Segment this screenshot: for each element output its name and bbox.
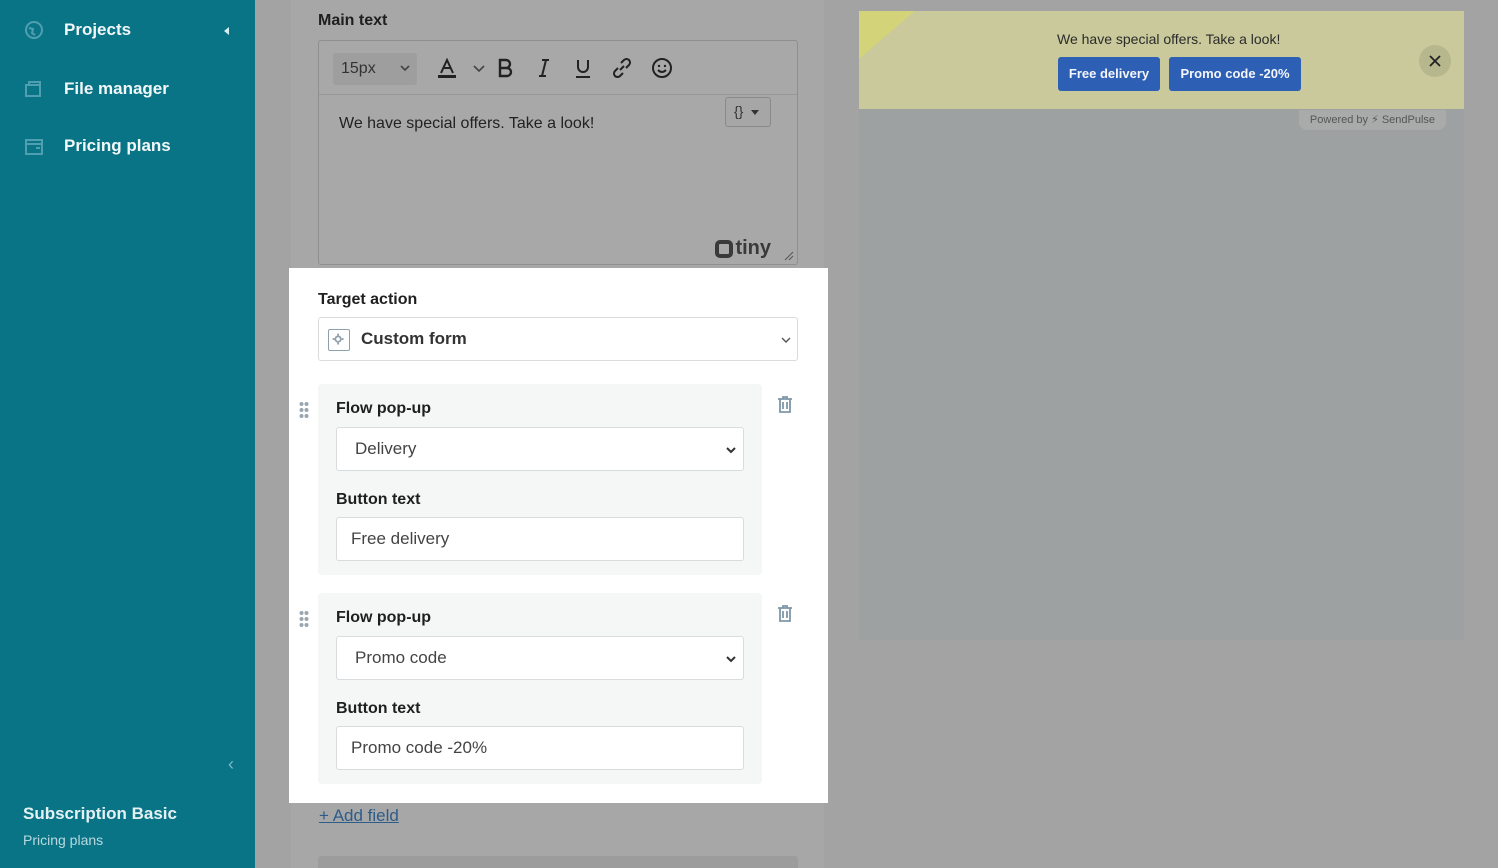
text-color-icon bbox=[438, 57, 456, 78]
bold-icon bbox=[498, 58, 513, 78]
trash-icon[interactable] bbox=[775, 603, 795, 623]
font-size-value: 15px bbox=[341, 60, 376, 77]
button-text-input[interactable]: Free delivery bbox=[336, 517, 744, 561]
sidebar-item-pricing-plans[interactable]: Pricing plans bbox=[24, 136, 171, 156]
underline-icon bbox=[576, 60, 590, 78]
drag-handle-icon[interactable] bbox=[299, 401, 309, 419]
sidebar-item-projects[interactable]: Projects bbox=[24, 20, 131, 40]
button-text-value: Promo code -20% bbox=[351, 738, 488, 757]
tiny-brand[interactable]: tiny bbox=[735, 237, 771, 260]
plan-link[interactable]: Pricing plans bbox=[23, 832, 177, 848]
globe-icon bbox=[25, 21, 43, 39]
add-field-link[interactable]: + Add field bbox=[319, 806, 399, 826]
sidebar-item-label: Pricing plans bbox=[64, 136, 171, 155]
banner-corner-decoration bbox=[859, 11, 915, 59]
field-card: Flow pop-up Promo code Button text Promo… bbox=[318, 593, 762, 784]
variables-button[interactable]: {} bbox=[725, 97, 771, 127]
link-button[interactable] bbox=[610, 56, 634, 80]
target-action-panel: Target action Custom form Flow pop-up De… bbox=[289, 268, 828, 803]
sidebar-item-label: File manager bbox=[64, 79, 169, 98]
preview-canvas bbox=[859, 108, 1464, 640]
flow-popup-select[interactable]: Promo code bbox=[336, 636, 744, 680]
collapse-sidebar-icon[interactable]: ‹ bbox=[228, 754, 244, 774]
button-text-label: Button text bbox=[336, 491, 421, 508]
resize-handle-icon[interactable] bbox=[784, 251, 794, 261]
sidebar-item-file-manager[interactable]: File manager bbox=[24, 79, 169, 99]
flow-popup-value: Delivery bbox=[355, 439, 417, 458]
button-text-value: Free delivery bbox=[351, 529, 450, 548]
sidebar-item-label: Projects bbox=[64, 20, 132, 39]
italic-button[interactable] bbox=[532, 56, 556, 80]
folders-icon bbox=[25, 81, 41, 97]
flow-popup-select[interactable]: Delivery bbox=[336, 427, 744, 471]
plan-name: Subscription Basic bbox=[23, 804, 177, 823]
font-size-select[interactable]: 15px bbox=[333, 53, 417, 85]
chevron-down-icon bbox=[473, 65, 485, 73]
editor-body-text[interactable]: We have special offers. Take a look! bbox=[339, 115, 594, 133]
sidebar: Projects File manager Pricing plans ‹ Su… bbox=[0, 0, 255, 868]
target-action-select[interactable]: Custom form bbox=[318, 317, 798, 361]
powered-by-badge[interactable]: Powered by ⚡ SendPulse bbox=[1299, 110, 1446, 130]
caret-down-icon bbox=[751, 109, 760, 115]
button-text-label: Button text bbox=[336, 700, 421, 717]
main-text-label: Main text bbox=[318, 12, 388, 29]
text-color-button[interactable] bbox=[435, 56, 459, 80]
gear-icon bbox=[328, 329, 350, 351]
plan-info: Subscription Basic Pricing plans bbox=[23, 804, 177, 848]
button-text-input[interactable]: Promo code -20% bbox=[336, 726, 744, 770]
field-card: Flow pop-up Delivery Button text Free de… bbox=[318, 384, 762, 575]
wallet-icon bbox=[25, 139, 43, 155]
target-action-value: Custom form bbox=[361, 329, 467, 348]
rich-text-editor[interactable]: 15px {} We have special offers. Take a l… bbox=[318, 40, 798, 265]
chevron-down-icon bbox=[781, 337, 791, 343]
preview-banner: We have special offers. Take a look! Fre… bbox=[859, 11, 1464, 109]
italic-icon bbox=[539, 59, 549, 77]
tiny-logo-icon bbox=[715, 240, 733, 258]
close-button[interactable] bbox=[1419, 45, 1451, 77]
smile-icon bbox=[652, 58, 672, 78]
text-color-dropdown[interactable] bbox=[467, 56, 485, 80]
chevron-down-icon bbox=[726, 656, 736, 663]
underline-button[interactable] bbox=[571, 56, 595, 80]
promo-code-button[interactable]: Promo code -20% bbox=[1169, 57, 1301, 91]
flow-popup-label: Flow pop-up bbox=[336, 400, 432, 417]
editor-toolbar: 15px bbox=[319, 41, 797, 95]
banner-text: We have special offers. Take a look! bbox=[1057, 31, 1281, 47]
close-icon bbox=[1429, 55, 1441, 67]
flow-popup-label: Flow pop-up bbox=[336, 609, 432, 626]
target-action-label: Target action bbox=[318, 291, 418, 308]
next-section bbox=[318, 856, 798, 868]
bold-button[interactable] bbox=[493, 56, 517, 80]
chevron-down-icon bbox=[400, 65, 410, 72]
braces-icon: {} bbox=[734, 103, 744, 119]
caret-left-icon[interactable] bbox=[224, 27, 229, 35]
emoji-button[interactable] bbox=[650, 56, 674, 80]
link-icon bbox=[612, 57, 632, 79]
chevron-down-icon bbox=[726, 447, 736, 454]
drag-handle-icon[interactable] bbox=[299, 610, 309, 628]
free-delivery-button[interactable]: Free delivery bbox=[1058, 57, 1160, 91]
trash-icon[interactable] bbox=[775, 394, 795, 414]
flow-popup-value: Promo code bbox=[355, 648, 447, 667]
